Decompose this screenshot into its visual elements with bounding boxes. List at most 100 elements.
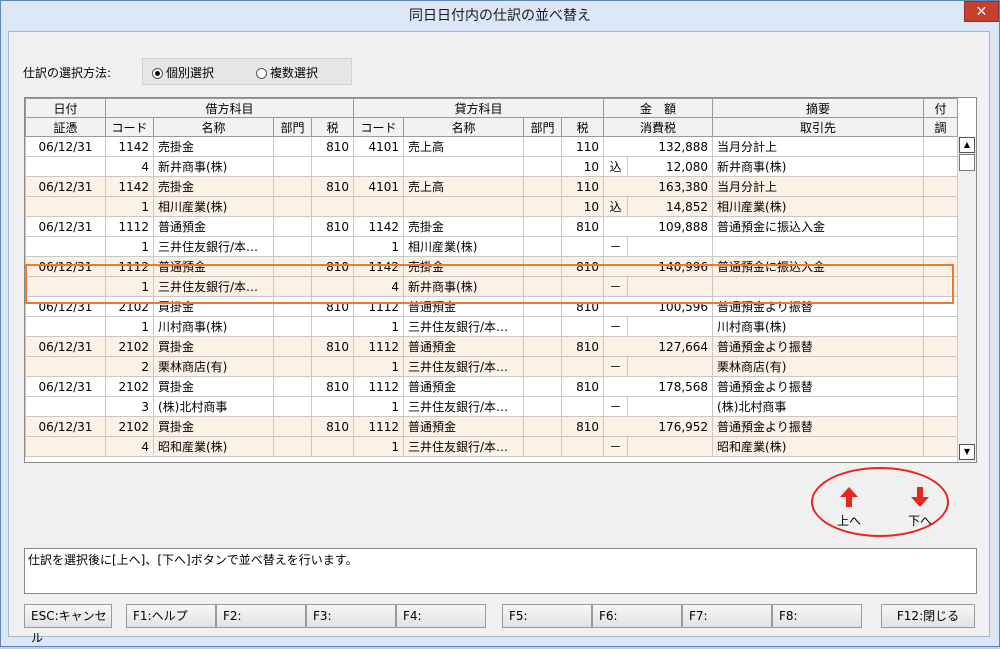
credit-sub-name-cell: 三井住友銀行/本… xyxy=(403,356,525,377)
debit-name-cell: 買掛金 xyxy=(153,376,274,397)
credit-name-cell: 売上高 xyxy=(403,176,525,197)
credit-sub-tax-cell xyxy=(561,356,605,377)
credit-sub-tax-cell xyxy=(561,276,605,297)
summary-cell: 普通預金より振替 xyxy=(712,336,925,357)
debit-sub-tax-cell xyxy=(310,276,355,297)
debit-sub-dept-cell xyxy=(273,236,312,257)
tax-amount-cell: 12,080 xyxy=(627,156,714,177)
credit-name-cell: 売上高 xyxy=(403,136,525,157)
debit-sub-code-cell: 1 xyxy=(105,196,154,217)
credit-dept-cell xyxy=(523,256,563,277)
f2-button[interactable]: F2: xyxy=(216,604,306,628)
table-row[interactable]: 1 三井住友銀行/本… 4 新井商事(株) － xyxy=(25,276,959,297)
table-row[interactable]: 1 川村商事(株) 1 三井住友銀行/本… －川村商事(株) xyxy=(25,316,959,337)
f1-help-button[interactable]: F1:ヘルプ xyxy=(126,604,216,628)
amount-cell: 140,996 xyxy=(603,256,714,277)
debit-tax-cell: 810 xyxy=(310,376,355,397)
debit-name-cell: 普通預金 xyxy=(153,216,274,237)
f5-button[interactable]: F5: xyxy=(502,604,592,628)
credit-dept-cell xyxy=(523,416,563,437)
credit-sub-code-cell: 1 xyxy=(353,436,405,457)
table-row[interactable]: 06/12/31 1112 普通預金 810 1142 売掛金 810 109,888 普通預金… xyxy=(25,216,959,237)
credit-sub-code-cell: 1 xyxy=(353,396,405,417)
move-up-label: 上へ xyxy=(836,514,861,528)
radio-multi-select[interactable]: 複数選択 xyxy=(256,66,318,80)
summary-cell: 普通預金より振替 xyxy=(712,376,925,397)
credit-sub-name-cell: 三井住友銀行/本… xyxy=(403,316,525,337)
debit-sub-dept-cell xyxy=(273,156,312,177)
selection-method-label: 仕訳の選択方法: xyxy=(23,66,112,80)
title-bar: 同日日付内の仕訳の並べ替え ✕ xyxy=(1,1,999,31)
credit-name-cell: 普通預金 xyxy=(403,336,525,357)
scroll-up-icon[interactable]: ▲ xyxy=(959,137,975,153)
table-row[interactable]: 4 新井商事(株) 10 込 12,080 新井商事(株) xyxy=(25,156,959,177)
f7-button[interactable]: F7: xyxy=(682,604,772,628)
credit-code-cell: 1112 xyxy=(353,376,405,397)
col-summary-header: 摘要 xyxy=(712,98,925,118)
credit-dept-cell xyxy=(523,376,563,397)
table-row[interactable]: 06/12/31 2102 買掛金 810 1112 普通預金 810 127,664 普通預金… xyxy=(25,336,959,357)
partner-cell: 川村商事(株) xyxy=(712,316,925,337)
f4-button[interactable]: F4: xyxy=(396,604,486,628)
f12-close-button[interactable]: F12:閉じる xyxy=(881,604,975,628)
close-button[interactable]: ✕ xyxy=(964,1,999,22)
attach-cell xyxy=(923,376,959,397)
voucher-cell xyxy=(25,436,106,457)
table-row[interactable]: 06/12/31 2102 買掛金 810 1112 普通預金 810 176,952 普通預金… xyxy=(25,416,959,437)
table-row[interactable]: 06/12/31 1142 売掛金 810 4101 売上高 110 163,380 当月分計上 xyxy=(25,176,959,197)
grid-vertical-scrollbar[interactable]: ▲ ▼ xyxy=(957,136,976,462)
scroll-thumb[interactable] xyxy=(959,154,975,171)
col-credit-name-header: 名称 xyxy=(403,117,525,137)
f8-button[interactable]: F8: xyxy=(772,604,862,628)
credit-sub-dept-cell xyxy=(523,356,563,377)
move-up-button[interactable]: 上へ xyxy=(829,486,869,528)
table-row[interactable]: 3 (株)北村商事 1 三井住友銀行/本… － (株)北村商事 xyxy=(25,396,959,417)
debit-sub-name-cell: 昭和産業(株) xyxy=(153,436,274,457)
credit-code-cell: 1112 xyxy=(353,336,405,357)
credit-name-cell: 普通預金 xyxy=(403,416,525,437)
amount-cell: 127,664 xyxy=(603,336,714,357)
debit-code-cell: 1112 xyxy=(105,256,154,277)
col-debit-tax-header: 税 xyxy=(310,117,355,137)
debit-tax-cell: 810 xyxy=(310,336,355,357)
credit-sub-tax-cell xyxy=(561,396,605,417)
grid-header-row-2: 証憑 コード 名称 部門 税 コード 名称 部門 税 消費税 取引先 調 xyxy=(25,117,959,137)
move-down-button[interactable]: 下へ xyxy=(900,486,940,528)
debit-sub-code-cell: 4 xyxy=(105,156,154,177)
table-row[interactable]: 2 栗林商店(有) 1 三井住友銀行/本… －栗林商店(有) xyxy=(25,356,959,377)
credit-sub-name-cell xyxy=(403,196,525,217)
debit-sub-name-cell: 新井商事(株) xyxy=(153,156,274,177)
table-row[interactable]: 06/12/31 2102 買掛金 810 1112 普通預金 810 178,568 普通預金… xyxy=(25,376,959,397)
f6-button[interactable]: F6: xyxy=(592,604,682,628)
credit-tax-cell: 810 xyxy=(561,416,605,437)
col-credit-code-header: コード xyxy=(353,117,405,137)
esc-cancel-button[interactable]: ESC:キャンセル xyxy=(24,604,112,645)
table-row[interactable]: 1 三井住友銀行/本… 1 相川産業(株) － xyxy=(25,236,959,257)
f3-button[interactable]: F3: xyxy=(306,604,396,628)
table-row[interactable]: 4 昭和産業(株) 1 三井住友銀行/本… －昭和産業(株) xyxy=(25,436,959,457)
attach-cell xyxy=(923,136,959,157)
scroll-down-icon[interactable]: ▼ xyxy=(959,444,975,460)
table-row[interactable]: 06/12/31 1112 普通預金 810 1142 売掛金 810 140,996 普通預金… xyxy=(25,256,959,277)
adjust-cell xyxy=(923,316,959,337)
credit-name-cell: 普通預金 xyxy=(403,296,525,317)
partner-cell: 相川産業(株) xyxy=(712,196,925,217)
table-row[interactable]: 06/12/31 1142 売掛金 810 4101 売上高 110 132,888 当月分計上 xyxy=(25,136,959,157)
credit-sub-dept-cell xyxy=(523,396,563,417)
credit-name-cell: 売掛金 xyxy=(403,256,525,277)
credit-code-cell: 1112 xyxy=(353,296,405,317)
journal-grid[interactable]: 日付 借方科目 貸方科目 金 額 摘要 付 証憑 コード 名称 部門 税 コード… xyxy=(24,97,977,463)
voucher-cell xyxy=(25,156,106,177)
debit-sub-tax-cell xyxy=(310,236,355,257)
debit-code-cell: 2102 xyxy=(105,296,154,317)
table-row[interactable]: 06/12/31 2102 買掛金 810 1112 普通預金 810 100,596 普通預金… xyxy=(25,296,959,317)
debit-sub-name-cell: 三井住友銀行/本… xyxy=(153,276,274,297)
credit-dept-cell xyxy=(523,336,563,357)
table-row[interactable]: 1 相川産業(株) 10 込 14,852 相川産業(株) xyxy=(25,196,959,217)
col-attach-header: 付 xyxy=(923,98,959,118)
radio-single-select[interactable]: 個別選択 xyxy=(152,66,214,80)
amount-cell: 100,596 xyxy=(603,296,714,317)
tax-amount-cell xyxy=(627,436,714,457)
col-consumption-tax-header: 消費税 xyxy=(603,117,714,137)
credit-sub-code-cell: 4 xyxy=(353,276,405,297)
